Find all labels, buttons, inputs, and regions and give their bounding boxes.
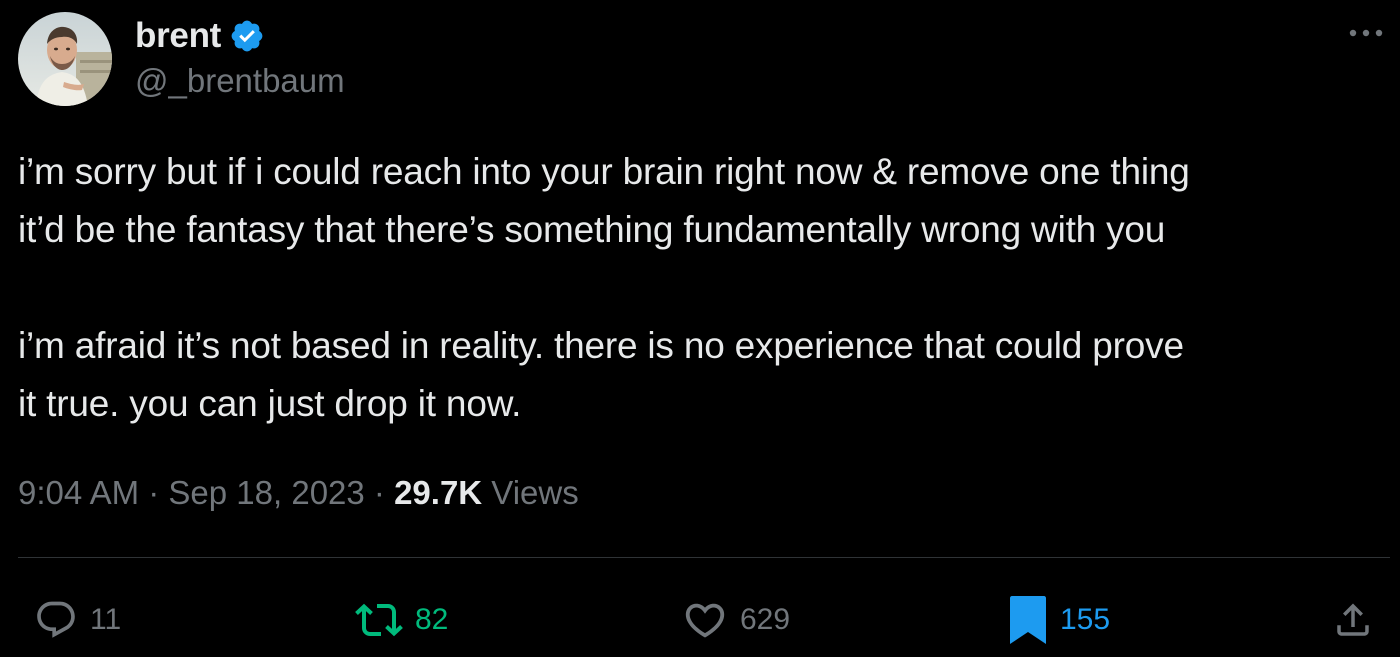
meta-separator: · xyxy=(139,474,169,511)
tweet-meta: 9:04 AM · Sep 18, 2023 · 29.7K Views xyxy=(18,474,579,512)
bookmark-filled-icon xyxy=(1008,594,1048,646)
paragraph-break xyxy=(18,259,1388,317)
reply-icon xyxy=(34,598,78,642)
action-bar: 11 82 629 155 xyxy=(0,590,1400,650)
retweet-button[interactable]: 82 xyxy=(355,590,448,650)
bookmark-count: 155 xyxy=(1060,603,1111,636)
heart-icon xyxy=(682,597,728,643)
views-count: 29.7K xyxy=(394,474,483,511)
views-label: Views xyxy=(482,474,579,511)
divider xyxy=(18,557,1390,558)
like-count: 629 xyxy=(740,603,791,636)
avatar-photo xyxy=(18,12,112,106)
author-display-name[interactable]: brent xyxy=(135,16,221,56)
more-options-icon[interactable] xyxy=(1346,18,1386,48)
avatar[interactable] xyxy=(18,12,112,106)
tweet-text-line: i’m afraid it’s not based in reality. th… xyxy=(18,325,1184,366)
author-name-row: brent xyxy=(135,14,265,58)
verified-badge-icon[interactable] xyxy=(229,18,265,54)
reply-count: 11 xyxy=(90,603,122,636)
tweet-card: brent @_brentbaum i’m sorry but if i cou… xyxy=(0,0,1400,657)
retweet-icon xyxy=(355,596,403,644)
tweet-text-line: it’d be the fantasy that there’s somethi… xyxy=(18,209,1166,250)
tweet-time[interactable]: 9:04 AM xyxy=(18,474,139,511)
tweet-text-line: it true. you can just drop it now. xyxy=(18,383,522,424)
share-icon xyxy=(1332,599,1374,641)
retweet-count: 82 xyxy=(415,603,449,636)
reply-button[interactable]: 11 xyxy=(34,590,121,650)
like-button[interactable]: 629 xyxy=(682,590,790,650)
author-handle[interactable]: @_brentbaum xyxy=(135,62,345,100)
tweet-date[interactable]: Sep 18, 2023 xyxy=(168,474,364,511)
meta-separator: · xyxy=(364,474,395,511)
bookmark-button[interactable]: 155 xyxy=(1008,590,1110,650)
share-button[interactable] xyxy=(1332,590,1374,650)
tweet-text-line: i’m sorry but if i could reach into your… xyxy=(18,151,1190,192)
tweet-text: i’m sorry but if i could reach into your… xyxy=(18,143,1388,433)
